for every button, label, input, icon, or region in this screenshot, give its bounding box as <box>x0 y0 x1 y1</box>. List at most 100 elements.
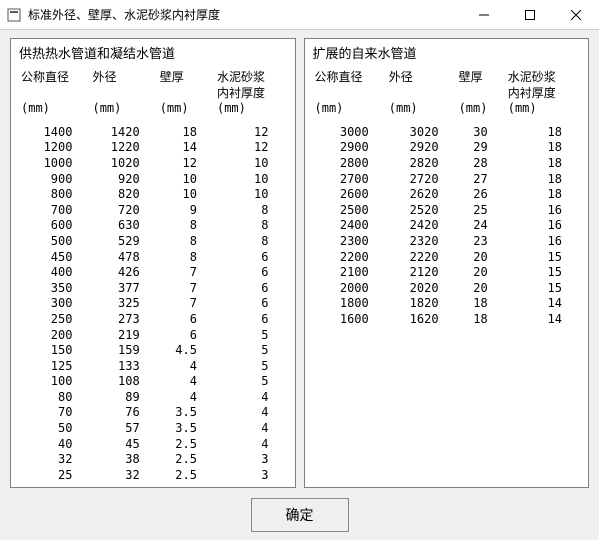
table-cell: 57 <box>90 421 157 437</box>
close-button[interactable] <box>553 0 599 30</box>
table-cell: 720 <box>90 203 157 219</box>
table-cell: 2800 <box>313 156 387 172</box>
table-cell: 377 <box>90 281 157 297</box>
table-row: 30032576 <box>19 296 287 312</box>
table-cell: 20 <box>457 281 506 297</box>
table-cell: 2720 <box>387 172 457 188</box>
right-header-row: 公称直径 外径 壁厚 水泥砂浆 内衬厚度 <box>313 70 581 101</box>
table-cell: 108 <box>90 374 157 390</box>
table-cell: 2320 <box>387 234 457 250</box>
table-cell: 18 <box>506 156 580 172</box>
table-cell: 29 <box>457 140 506 156</box>
table-row: 250025202516 <box>313 203 581 219</box>
table-row: 808944 <box>19 390 287 406</box>
table-cell: 5 <box>215 374 287 390</box>
table-cell: 15 <box>506 281 580 297</box>
right-header-wt: 壁厚 <box>457 70 506 101</box>
table-row: 60063088 <box>19 218 287 234</box>
table-cell: 12 <box>215 140 287 156</box>
table-cell: 2500 <box>313 203 387 219</box>
right-panel: 扩展的自来水管道 公称直径 外径 壁厚 水泥砂浆 内衬厚度 (mm) (mm) … <box>304 38 590 488</box>
table-cell: 4 <box>158 359 215 375</box>
table-cell: 32 <box>19 452 90 468</box>
table-cell: 4 <box>215 390 287 406</box>
left-unit-lt: (mm) <box>215 101 287 125</box>
table-cell: 6 <box>215 265 287 281</box>
table-cell: 1820 <box>387 296 457 312</box>
table-cell: 10 <box>158 187 215 203</box>
table-cell: 325 <box>90 296 157 312</box>
right-unit-dn: (mm) <box>313 101 387 125</box>
table-cell: 400 <box>19 265 90 281</box>
table-cell: 14 <box>158 140 215 156</box>
table-cell: 478 <box>90 250 157 266</box>
maximize-button[interactable] <box>507 0 553 30</box>
table-cell: 159 <box>90 343 157 359</box>
table-cell: 16 <box>506 234 580 250</box>
table-cell: 80 <box>19 390 90 406</box>
table-row: 12513345 <box>19 359 287 375</box>
table-cell: 3.5 <box>158 421 215 437</box>
table-cell: 18 <box>158 125 215 141</box>
table-cell: 2400 <box>313 218 387 234</box>
table-row: 260026202618 <box>313 187 581 203</box>
table-row: 20021965 <box>19 328 287 344</box>
table-cell: 2220 <box>387 250 457 266</box>
table-cell: 6 <box>158 328 215 344</box>
table-cell: 30 <box>457 125 506 141</box>
table-cell: 100 <box>19 374 90 390</box>
table-row: 140014201812 <box>19 125 287 141</box>
table-cell: 700 <box>19 203 90 219</box>
table-row: 50052988 <box>19 234 287 250</box>
right-unit-wt: (mm) <box>457 101 506 125</box>
table-row: 25322.53 <box>19 468 287 484</box>
table-cell: 6 <box>158 312 215 328</box>
table-row: 25027366 <box>19 312 287 328</box>
table-cell: 3 <box>215 452 287 468</box>
table-cell: 12 <box>158 156 215 172</box>
table-cell: 5 <box>215 328 287 344</box>
table-row: 9009201010 <box>19 172 287 188</box>
table-cell: 2700 <box>313 172 387 188</box>
table-cell: 2900 <box>313 140 387 156</box>
table-cell: 9 <box>158 203 215 219</box>
table-cell: 10 <box>215 172 287 188</box>
table-cell: 2000 <box>313 281 387 297</box>
ok-button[interactable]: 确定 <box>251 498 349 532</box>
table-cell: 2600 <box>313 187 387 203</box>
table-cell: 630 <box>90 218 157 234</box>
table-cell: 300 <box>19 296 90 312</box>
table-cell: 8 <box>158 218 215 234</box>
table-cell: 450 <box>19 250 90 266</box>
table-cell: 5 <box>215 359 287 375</box>
table-row: 70763.54 <box>19 405 287 421</box>
left-header-row: 公称直径 外径 壁厚 水泥砂浆 内衬厚度 <box>19 70 287 101</box>
table-cell: 1220 <box>90 140 157 156</box>
table-cell: 820 <box>90 187 157 203</box>
table-cell: 25 <box>457 203 506 219</box>
table-cell: 7 <box>158 281 215 297</box>
table-cell: 2920 <box>387 140 457 156</box>
table-cell: 1420 <box>90 125 157 141</box>
table-cell: 3 <box>215 468 287 484</box>
right-header-od: 外径 <box>387 70 457 101</box>
table-row: 270027202718 <box>313 172 581 188</box>
app-icon <box>6 7 22 23</box>
table-cell: 1800 <box>313 296 387 312</box>
table-cell: 3.5 <box>158 405 215 421</box>
table-row: 32382.53 <box>19 452 287 468</box>
table-cell: 8 <box>215 203 287 219</box>
table-cell: 28 <box>457 156 506 172</box>
table-cell: 14 <box>506 312 580 328</box>
table-cell: 16 <box>506 203 580 219</box>
table-cell: 273 <box>90 312 157 328</box>
minimize-button[interactable] <box>461 0 507 30</box>
table-cell: 20 <box>457 250 506 266</box>
left-header-lt: 水泥砂浆 内衬厚度 <box>215 70 287 101</box>
table-row: 300030203018 <box>313 125 581 141</box>
table-cell: 10 <box>158 172 215 188</box>
table-row: 290029202918 <box>313 140 581 156</box>
table-row: 230023202316 <box>313 234 581 250</box>
table-cell: 600 <box>19 218 90 234</box>
table-cell: 6 <box>215 296 287 312</box>
